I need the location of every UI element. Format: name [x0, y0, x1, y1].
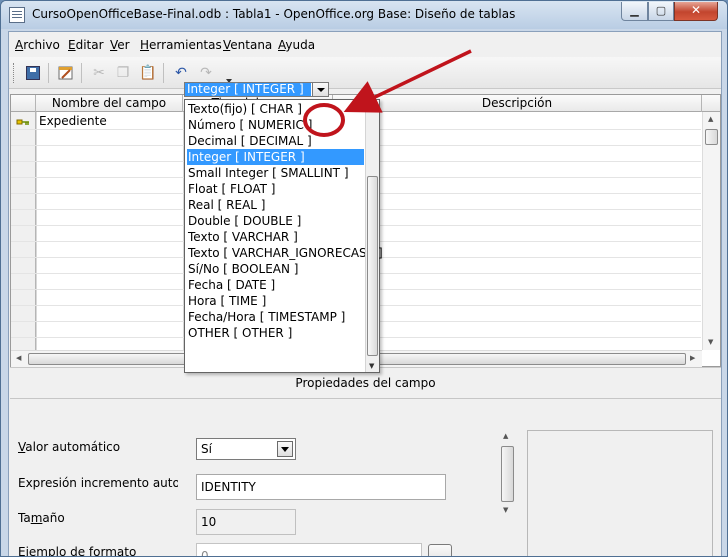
- menu-herramientas[interactable]: Herramientas: [140, 38, 222, 52]
- field-type-combobox[interactable]: Integer [ INTEGER ]: [184, 82, 329, 97]
- minimize-button[interactable]: ▁: [621, 2, 648, 21]
- save-icon: [26, 66, 40, 80]
- dropdown-option[interactable]: Double [ DOUBLE ]: [187, 213, 364, 229]
- paste-button[interactable]: 📋: [137, 62, 159, 84]
- cut-button[interactable]: ✂: [88, 62, 110, 84]
- menu-ayuda[interactable]: Ayuda: [278, 38, 315, 52]
- increment-expression-label: Expresión incremento automático: [18, 476, 178, 490]
- dropdown-option[interactable]: Real [ REAL ]: [187, 197, 364, 213]
- properties-scrollbar[interactable]: ▲ ▼: [499, 430, 516, 518]
- main-frame: Archivo Editar Ver Herramientas Ventana …: [8, 31, 722, 557]
- dropdown-option[interactable]: Sí/No [ BOOLEAN ]: [187, 261, 364, 277]
- toolbar-separator: [48, 63, 49, 83]
- dropdown-option[interactable]: Decimal [ DECIMAL ]: [187, 133, 364, 149]
- format-example-field[interactable]: 0: [196, 543, 422, 556]
- row-header-corner: [11, 95, 36, 112]
- format-button[interactable]: ...: [428, 544, 452, 556]
- properties-scroll-thumb[interactable]: [501, 446, 514, 502]
- scroll-left-icon[interactable]: ◀: [16, 354, 21, 362]
- window-title: CursoOpenOfficeBase-Final.odb : Tabla1 -…: [32, 7, 516, 21]
- auto-value-selected: Sí: [201, 442, 212, 456]
- close-button[interactable]: ✕: [674, 2, 718, 21]
- undo-icon: ↶: [175, 65, 187, 81]
- column-header-description[interactable]: Descripción: [333, 95, 702, 112]
- copy-button[interactable]: ❐: [112, 62, 134, 84]
- field-type-value: Integer [ INTEGER ]: [185, 83, 311, 96]
- auto-value-select[interactable]: Sí: [196, 438, 296, 460]
- menu-ver[interactable]: Ver: [110, 38, 130, 52]
- dropdown-button[interactable]: [312, 83, 328, 96]
- title-bar[interactable]: CursoOpenOfficeBase-Final.odb : Tabla1 -…: [1, 1, 727, 29]
- grid-vertical-scrollbar[interactable]: ▲ ▼: [702, 112, 720, 350]
- standard-toolbar: ✂ ❐ 📋 ↶ ↷: [9, 57, 721, 89]
- dropdown-option-selected[interactable]: Integer [ INTEGER ]: [187, 149, 364, 165]
- dropdown-option[interactable]: Small Integer [ SMALLINT ]: [187, 165, 364, 181]
- row-headers[interactable]: [11, 112, 36, 350]
- field-type-dropdown-list[interactable]: Texto(fijo) [ CHAR ] Número [ NUMERIC ] …: [184, 99, 383, 373]
- scroll-down-icon[interactable]: ▼: [369, 362, 374, 370]
- properties-divider: [10, 398, 721, 399]
- auto-value-label: Valor automático: [18, 440, 121, 454]
- scroll-right-icon[interactable]: ▶: [690, 354, 695, 362]
- dropdown-option[interactable]: Float [ FLOAT ]: [187, 181, 364, 197]
- scroll-down-icon[interactable]: ▼: [708, 338, 713, 346]
- menu-archivo[interactable]: Archivo: [15, 38, 60, 52]
- size-label: Tamaño: [18, 511, 65, 525]
- field-properties-panel: Propiedades del campo Valor automático S…: [10, 367, 721, 557]
- dropdown-option[interactable]: Hora [ TIME ]: [187, 293, 364, 309]
- dropdown-scrollbar[interactable]: ▲ ▼: [365, 100, 379, 372]
- field-name-cell[interactable]: Expediente: [39, 114, 107, 128]
- redo-button[interactable]: ↷: [195, 62, 217, 84]
- undo-button[interactable]: ↶: [170, 62, 192, 84]
- grid-vscroll-thumb[interactable]: [705, 129, 718, 145]
- primary-key-icon: [16, 119, 29, 125]
- menu-ventana[interactable]: Ventana: [223, 38, 272, 52]
- scroll-up-icon[interactable]: ▲: [503, 432, 508, 440]
- edit-icon: [58, 66, 73, 80]
- dropdown-option[interactable]: Número [ NUMERIC ]: [187, 117, 364, 133]
- redo-icon: ↷: [200, 65, 212, 81]
- base-app-icon[interactable]: [9, 7, 25, 23]
- menu-bar: Archivo Editar Ver Herramientas Ventana …: [9, 32, 721, 56]
- save-button[interactable]: [22, 62, 44, 84]
- scroll-up-icon[interactable]: ▲: [708, 115, 713, 123]
- copy-icon: ❐: [116, 65, 130, 81]
- dropdown-option[interactable]: Texto [ VARCHAR ]: [187, 229, 364, 245]
- dropdown-scroll-thumb[interactable]: [367, 176, 378, 356]
- paste-icon: 📋: [139, 65, 157, 81]
- chevron-down-icon[interactable]: [277, 441, 293, 457]
- column-header-field-name[interactable]: Nombre del campo: [36, 95, 183, 112]
- dropdown-option[interactable]: OTHER [ OTHER ]: [187, 325, 364, 341]
- toolbar-grip[interactable]: [13, 63, 16, 83]
- format-example-label: Ejemplo de formato: [18, 545, 137, 557]
- increment-expression-input[interactable]: IDENTITY: [196, 474, 446, 500]
- dropdown-option[interactable]: Fecha/Hora [ TIMESTAMP ]: [187, 309, 364, 325]
- toolbar-separator: [81, 63, 82, 83]
- app-window: CursoOpenOfficeBase-Final.odb : Tabla1 -…: [0, 0, 728, 557]
- dropdown-option[interactable]: Texto [ VARCHAR_IGNORECASE ]: [187, 245, 383, 261]
- dropdown-option[interactable]: Texto(fijo) [ CHAR ]: [187, 101, 364, 117]
- column-divider: [36, 112, 37, 350]
- cut-icon: ✂: [93, 65, 105, 81]
- scroll-up-icon[interactable]: ▲: [369, 102, 374, 110]
- help-text-box: [527, 430, 713, 556]
- menu-editar[interactable]: Editar: [68, 38, 104, 52]
- scroll-down-icon[interactable]: ▼: [503, 506, 508, 514]
- maximize-button[interactable]: ▢: [648, 2, 674, 21]
- size-field[interactable]: 10: [196, 509, 296, 535]
- dropdown-option[interactable]: Fecha [ DATE ]: [187, 277, 364, 293]
- toolbar-separator: [163, 63, 164, 83]
- edit-button[interactable]: [55, 62, 77, 84]
